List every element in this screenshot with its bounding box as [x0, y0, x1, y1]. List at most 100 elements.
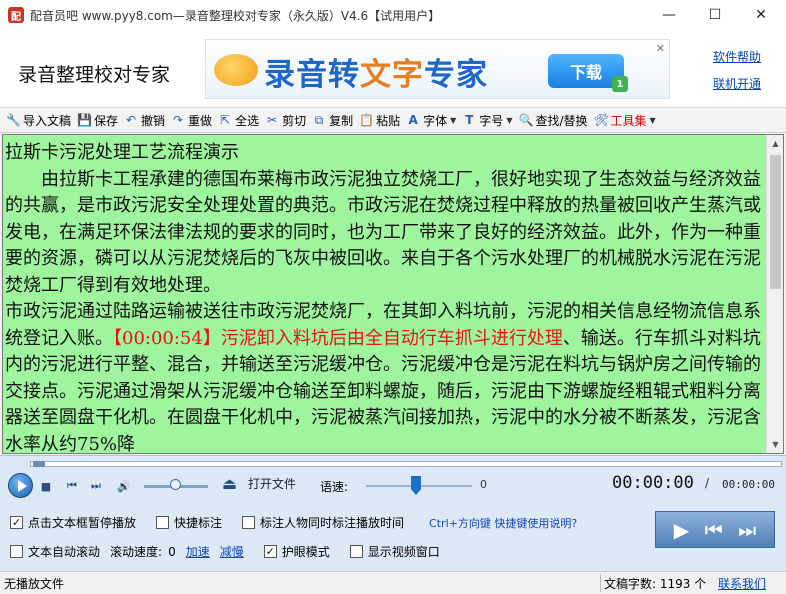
scroll-up-icon[interactable]: ▲ [767, 135, 783, 152]
copy-icon: ⧉ [314, 113, 324, 127]
text-editor[interactable]: 拉斯卡污泥处理工艺流程演示 由拉斯卡工程承建的德国布莱梅市政污泥独立焚烧工厂，很… [2, 134, 784, 454]
banner-close-icon[interactable]: ✕ [656, 42, 665, 55]
import-label: 导入文稿 [23, 113, 72, 128]
open-file-button[interactable]: ⏏ 打开文件 [222, 475, 296, 492]
word-count: 文稿字数: 1193 个 [604, 577, 707, 591]
quick-mark-checkbox[interactable] [156, 516, 170, 529]
status-bar: 无播放文件 文稿字数: 1193 个 联系我们 [0, 571, 786, 594]
maximize-button[interactable]: ☐ [692, 0, 738, 30]
font-caret-icon: ▼ [450, 115, 457, 125]
paste-button[interactable]: 📋 粘贴 [357, 109, 404, 131]
editor-content[interactable]: 拉斯卡污泥处理工艺流程演示 由拉斯卡工程承建的德国布莱梅市政污泥独立焚烧工厂，很… [5, 140, 767, 453]
speed-knob[interactable] [411, 476, 421, 495]
select-all-icon: ⇱ [220, 113, 231, 127]
pause-on-click-label: 点击文本框暂停播放 [28, 516, 137, 530]
mark-speaker-time-label: 标注人物同时标注播放时间 [260, 516, 405, 530]
tools-icon: 🛠 [593, 113, 609, 127]
status-divider [600, 574, 601, 592]
eye-mode-label: 护眼模式 [281, 545, 330, 559]
minimize-button[interactable]: — [646, 0, 692, 30]
current-time: 00:00:00 [612, 473, 694, 493]
options-row-1: ✓ 点击文本框暂停播放 快捷标注 标注人物同时标注播放时间 Ctrl+方向键 快捷… [10, 514, 577, 531]
doc-paragraph-1: 由拉斯卡工程承建的德国布莱梅市政污泥独立焚烧工厂，很好地实现了生态效益与经济效益… [5, 168, 761, 296]
font-button[interactable]: A 字体 ▼ [404, 109, 460, 131]
big-next-icon[interactable]: ⏭ [738, 520, 756, 540]
big-play-icon[interactable]: ▶ [674, 520, 689, 540]
banner-title-b: 文字 [360, 57, 424, 93]
import-button[interactable]: 🔧 导入文稿 [4, 109, 75, 131]
scroll-down-icon[interactable]: ▼ [767, 436, 783, 453]
eject-icon: ⏏ [222, 473, 238, 493]
redo-button[interactable]: ↷ 重做 [169, 109, 216, 131]
eye-mode-option[interactable]: ✓ 护眼模式 [263, 543, 330, 560]
cut-button[interactable]: ✂ 剪切 [263, 109, 310, 131]
mark-speaker-time-checkbox[interactable] [242, 516, 256, 529]
previous-icon[interactable]: ⏮ [64, 478, 80, 494]
speed-up-link[interactable]: 加速 [186, 543, 210, 560]
font-size-button[interactable]: T 字号 ▼ [460, 109, 516, 131]
timestamp-marker[interactable]: 【00:00:54】污泥卸入料坑后由全自动行车抓斗进行处理 [113, 328, 563, 349]
header: 录音整理校对专家 录音转文字专家 下载 1 ✕ 软件帮助 联机开通 [0, 30, 786, 107]
help-link[interactable]: 软件帮助 [713, 48, 761, 65]
volume-knob[interactable] [170, 479, 181, 490]
find-replace-icon: 🔍 [518, 113, 534, 127]
banner-download-button[interactable]: 下载 1 [548, 54, 628, 92]
contact-us-link[interactable]: 联系我们 [718, 575, 766, 592]
mark-speaker-time-option[interactable]: 标注人物同时标注播放时间 [242, 514, 404, 531]
find-replace-button[interactable]: 🔍 查找/替换 [516, 109, 591, 131]
find-replace-label: 查找/替换 [535, 113, 588, 128]
font-size-icon: T [465, 113, 474, 127]
copy-label: 复制 [329, 113, 354, 128]
show-video-label: 显示视频窗口 [367, 545, 440, 559]
tools-button[interactable]: 🛠 工具集 ▼ [592, 109, 660, 131]
play-button[interactable] [8, 473, 33, 498]
open-file-label: 打开文件 [248, 477, 297, 491]
font-icon: A [408, 113, 418, 127]
import-icon: 🔧 [6, 113, 21, 127]
quick-mark-option[interactable]: 快捷标注 [156, 514, 222, 531]
quick-mark-label: 快捷标注 [174, 516, 223, 530]
select-all-button[interactable]: ⇱ 全选 [216, 109, 263, 131]
pause-on-click-option[interactable]: ✓ 点击文本框暂停播放 [10, 514, 136, 531]
redo-icon: ↷ [173, 113, 184, 127]
total-time: 00:00:00 [722, 478, 775, 491]
big-previous-icon[interactable]: ⏮ [705, 520, 723, 540]
undo-button[interactable]: ↶ 撤销 [122, 109, 169, 131]
ad-banner[interactable]: 录音转文字专家 下载 1 ✕ [205, 39, 670, 99]
app-window: 配 配音员吧 www.pyy8.com—录音整理校对专家（永久版）V4.6【试用… [0, 0, 786, 594]
seek-knob[interactable] [33, 461, 45, 467]
auto-scroll-checkbox[interactable] [10, 545, 23, 558]
eye-mode-checkbox[interactable]: ✓ [263, 545, 277, 558]
banner-download-label: 下载 [569, 63, 602, 82]
pause-on-click-checkbox[interactable]: ✓ [10, 516, 23, 529]
shortcut-help-link[interactable]: Ctrl+方向键 快捷键使用说明? [429, 515, 577, 531]
banner-badge: 1 [612, 76, 628, 92]
save-icon: 💾 [77, 113, 92, 127]
options-row-2: 文本自动滚动 滚动速度: 0 加速 减慢 ✓ 护眼模式 显示视频窗口 [10, 543, 460, 560]
cut-label: 剪切 [282, 113, 307, 128]
undo-icon: ↶ [126, 113, 137, 127]
banner-logo-icon [214, 54, 258, 86]
tools-caret-icon: ▼ [649, 115, 656, 125]
auto-scroll-option[interactable]: 文本自动滚动 [10, 543, 100, 560]
close-button[interactable]: ✕ [738, 0, 784, 30]
seek-bar[interactable] [30, 461, 782, 467]
player-panel: ■ ⏮ ⏭ 🔊 ⏏ 打开文件 语速: 0 00:00:00 / 00:00:00 … [0, 455, 786, 571]
banner-title-c: 专家 [424, 57, 488, 93]
tools-label: 工具集 [610, 113, 647, 128]
stop-icon[interactable]: ■ [38, 478, 54, 494]
font-label: 字体 [423, 113, 448, 128]
copy-button[interactable]: ⧉ 复制 [310, 109, 357, 131]
slow-down-link[interactable]: 减慢 [220, 543, 244, 560]
banner-title: 录音转文字专家 [264, 49, 488, 94]
activate-link[interactable]: 联机开通 [713, 75, 761, 92]
window-title: 配音员吧 www.pyy8.com—录音整理校对专家（永久版）V4.6【试用用户… [30, 8, 441, 23]
show-video-option[interactable]: 显示视频窗口 [349, 543, 440, 560]
scrollbar-thumb[interactable] [770, 155, 781, 289]
volume-icon[interactable]: 🔊 [116, 478, 132, 494]
show-video-checkbox[interactable] [349, 545, 363, 558]
vertical-scrollbar[interactable]: ▲ ▼ [766, 135, 783, 453]
save-button[interactable]: 💾 保存 [75, 109, 122, 131]
font-size-label: 字号 [479, 113, 504, 128]
next-icon[interactable]: ⏭ [88, 478, 104, 494]
